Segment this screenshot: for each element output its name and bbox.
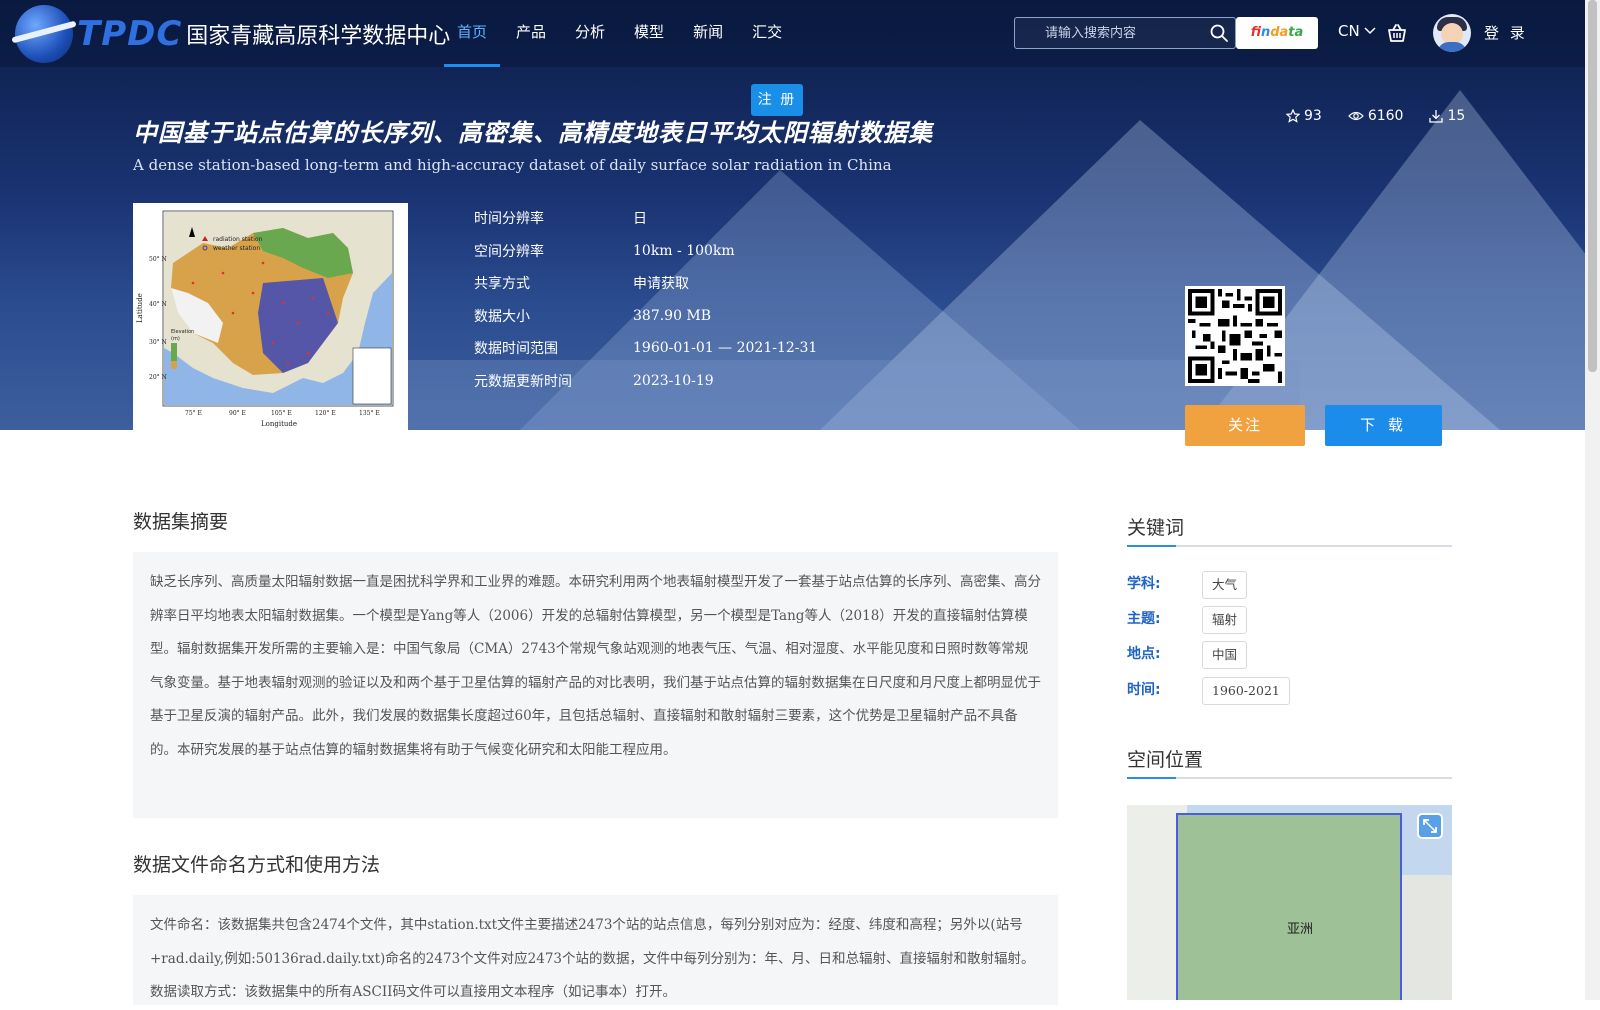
logo-name: 国家青藏高原科学数据中心 [186,24,451,49]
site-logo[interactable]: TPDC 国家青藏高原科学数据中心 [15,5,450,63]
keywords-divider [1127,545,1452,547]
meta-key: 空间分辨率 [474,243,544,260]
y-axis-label: Latitude [136,293,144,323]
stars-count: 93 [1304,108,1322,124]
views-count: 6160 [1367,108,1404,124]
menu-item-analysis[interactable]: 分析 [562,0,618,67]
login-link[interactable]: 登 录 [1484,22,1528,43]
x-tick-label: 105° E [271,410,292,417]
downloads-stat: 15 [1429,108,1465,124]
menu-item-news[interactable]: 新闻 [680,0,736,67]
x-tick-label: 75° E [185,410,202,417]
meta-row: 元数据更新时间 2023-10-19 [474,365,817,398]
findata-button[interactable]: findata [1236,17,1318,49]
keyword-label-theme: 主题: [1127,611,1161,627]
dataset-title-en: A dense station-based long-term and high… [133,156,892,174]
keyword-label-subject: 学科: [1127,576,1161,592]
spatial-map[interactable]: 亚洲 [1127,805,1452,1000]
x-tick-label: 90° E [229,410,246,417]
dataset-thumbnail[interactable]: radiation station weather station Elevat… [133,203,408,430]
y-tick-label: 20° N [149,374,167,381]
meta-key: 数据时间范围 [474,341,558,358]
meta-row: 数据时间范围 1960-01-01 — 2021-12-31 [474,332,817,365]
keywords-title: 关键词 [1127,517,1185,539]
usage-title: 数据文件命名方式和使用方法 [133,854,381,876]
search-box [1014,17,1236,49]
qr-code-icon [1188,289,1282,383]
abstract-title: 数据集摘要 [133,511,229,533]
user-avatar[interactable] [1433,14,1471,52]
spatial-title: 空间位置 [1127,749,1204,771]
menu-item-home[interactable]: 首页 [444,0,501,67]
x-tick-label: 120° E [315,410,336,417]
menu-item-products[interactable]: 产品 [503,0,559,67]
language-label: CN [1338,22,1360,40]
meta-value: 申请获取 [633,276,689,293]
station-map-figure: radiation station weather station Elevat… [136,210,394,428]
main-menu: 首页 产品 分析 模型 新闻 汇交 [444,0,798,67]
follow-button[interactable]: 关注 [1185,405,1305,446]
views-stat: 6160 [1347,108,1404,124]
downloads-count: 15 [1447,108,1466,124]
top-nav: TPDC 国家青藏高原科学数据中心 首页 产品 分析 模型 新闻 汇交 find… [0,0,1585,67]
eye-icon [1347,111,1364,121]
star-icon [1286,109,1300,123]
meta-key: 数据大小 [474,308,530,325]
dataset-title-cn: 中国基于站点估算的长序列、高密集、高精度地表日平均太阳辐射数据集 [133,119,933,147]
usage-box: 文件命名：该数据集共包含2474个文件，其中station.txt文件主要描述2… [133,895,1058,1005]
meta-key: 元数据更新时间 [474,373,572,390]
keyword-tag-theme[interactable]: 辐射 [1202,606,1248,634]
y-tick-label: 30° N [149,339,167,346]
legend-weather-station: weather station [213,245,260,252]
stars-stat[interactable]: 93 [1286,108,1322,124]
meta-value: 10km - 100km [633,242,735,259]
elevation-label: Elevation [171,329,194,335]
logo-abbr: TPDC [77,14,183,54]
elevation-unit: (m) [171,336,180,342]
keyword-tag-time[interactable]: 1960-2021 [1202,677,1290,705]
download-icon [1429,110,1444,123]
spatial-divider [1127,777,1452,779]
meta-row: 共享方式 申请获取 [474,267,817,300]
qr-code [1185,286,1285,386]
dataset-stats: 93 6160 15 [1286,108,1465,124]
register-button[interactable]: 注 册 [751,84,803,116]
abstract-text: 缺乏长序列、高质量太阳辐射数据一直是困扰科学界和工业界的难题。本研究利用两个地表… [150,574,1041,758]
legend-radiation-station: radiation station [213,236,263,243]
download-button[interactable]: 下 载 [1325,405,1442,446]
keyword-tag-place[interactable]: 中国 [1202,641,1248,669]
keyword-tag-subject[interactable]: 大气 [1202,571,1248,599]
menu-item-models[interactable]: 模型 [621,0,677,67]
meta-value: 2023-10-19 [633,372,714,389]
globe-logo-icon [15,5,73,63]
fullscreen-icon[interactable] [1417,813,1443,839]
meta-value: 387.90 MB [633,307,712,324]
meta-row: 数据大小 387.90 MB [474,300,817,333]
meta-row: 空间分辨率 10km - 100km [474,235,817,268]
cart-icon[interactable] [1386,22,1408,44]
language-selector[interactable]: CN [1338,22,1377,40]
chevron-down-icon [1364,27,1377,35]
keyword-label-place: 地点: [1127,646,1161,662]
search-input[interactable] [1015,18,1205,48]
meta-value: 日 [633,211,647,228]
meta-value: 1960-01-01 — 2021-12-31 [633,340,818,357]
menu-item-submit[interactable]: 汇交 [739,0,795,67]
dataset-meta: 时间分辨率 日 空间分辨率 10km - 100km 共享方式 申请获取 数据大… [474,202,817,397]
search-icon[interactable] [1209,23,1229,43]
scrollbar-thumb[interactable] [1588,0,1597,372]
spatial-extent-box [1176,813,1402,1000]
x-axis-label: Longitude [261,420,297,428]
y-tick-label: 40° N [149,301,167,308]
keyword-label-time: 时间: [1127,682,1161,698]
usage-text: 文件命名：该数据集共包含2474个文件，其中station.txt文件主要描述2… [150,917,1035,1000]
meta-row: 时间分辨率 日 [474,202,817,235]
y-tick-label: 50° N [149,256,167,263]
x-tick-label: 135° E [359,410,380,417]
meta-key: 共享方式 [474,276,530,293]
region-label: 亚洲 [1287,922,1314,937]
abstract-box: 缺乏长序列、高质量太阳辐射数据一直是困扰科学界和工业界的难题。本研究利用两个地表… [133,552,1058,818]
meta-key: 时间分辨率 [474,211,544,228]
